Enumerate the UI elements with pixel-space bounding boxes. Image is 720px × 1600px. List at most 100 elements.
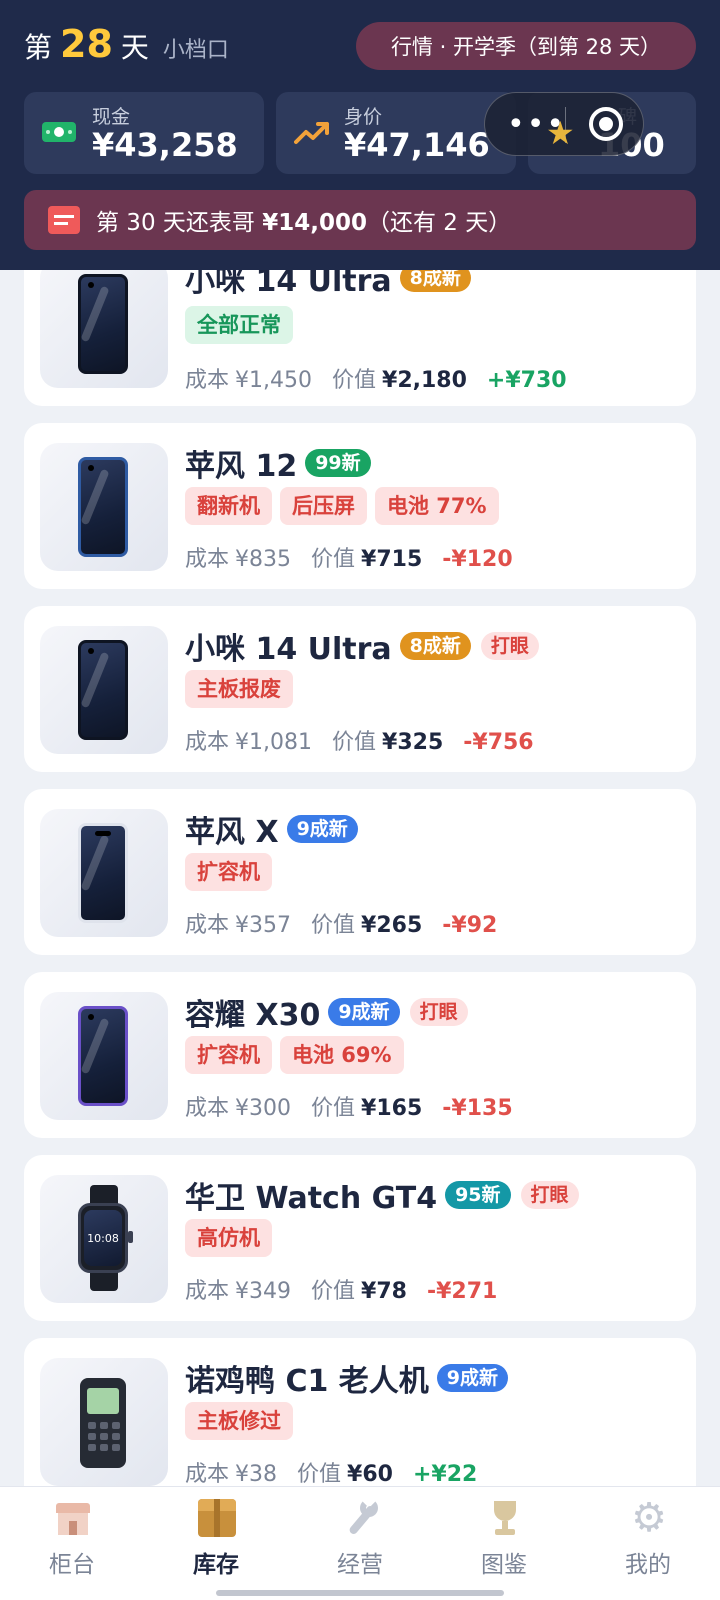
debt-suffix: （还有 2 天） bbox=[366, 210, 512, 236]
item-tags: 主板修过 bbox=[185, 1402, 301, 1440]
item-title-row: 苹风 12 99新 bbox=[185, 441, 371, 485]
item-value: ¥265 bbox=[361, 913, 423, 938]
item-tags: 主板报废 bbox=[185, 670, 301, 708]
eye-catching-badge: 打眼 bbox=[480, 632, 539, 660]
item-value: ¥2,180 bbox=[382, 368, 467, 393]
item-tag: 扩容机 bbox=[185, 853, 272, 891]
inventory-card[interactable]: 10:08 华卫 Watch GT4 95新 打眼 高仿机 成本 ¥349 价值 ¥… bbox=[24, 1155, 696, 1321]
item-tag: 主板修过 bbox=[185, 1402, 293, 1440]
inventory-card[interactable]: 小咪 14 Ultra 8成新 全部正常 成本 ¥1,450 价值 ¥2,180 +… bbox=[24, 270, 696, 406]
item-price-row: 成本 ¥1,081 价值 ¥325 -¥756 bbox=[185, 724, 534, 756]
eye-catching-badge: 打眼 bbox=[409, 998, 468, 1026]
bill-icon bbox=[48, 206, 80, 234]
item-tag: 后压屏 bbox=[280, 487, 367, 525]
smartphone-icon bbox=[78, 457, 128, 557]
item-thumbnail: 10:08 bbox=[40, 1175, 168, 1303]
item-cost: ¥349 bbox=[235, 1279, 292, 1304]
debt-text: 第 30 天还表哥 ¥14,000（还有 2 天） bbox=[96, 203, 511, 237]
tab-collection[interactable]: 图鉴 bbox=[432, 1487, 576, 1587]
item-name: 容耀 X30 bbox=[185, 998, 321, 1033]
tab-profile[interactable]: ⚙ 我的 bbox=[576, 1487, 720, 1587]
inventory-card[interactable]: 诺鸡鸭 C1 老人机 9成新 主板修过 成本 ¥38 价值 ¥60 +¥22 bbox=[24, 1338, 696, 1486]
inventory-card[interactable]: 苹风 12 99新 翻新机 后压屏 电池 77% 成本 ¥835 价值 ¥715 -… bbox=[24, 423, 696, 589]
tab-counter[interactable]: 柜台 bbox=[0, 1487, 144, 1587]
tab-inventory[interactable]: 库存 bbox=[144, 1487, 288, 1587]
gear-icon: ⚙ bbox=[631, 1495, 667, 1541]
item-title-row: 小咪 14 Ultra 8成新 打眼 bbox=[185, 624, 539, 668]
value-label: 价值 bbox=[332, 730, 377, 755]
cost-label: 成本 bbox=[185, 1462, 230, 1486]
smartphone-icon bbox=[78, 274, 128, 374]
day-prefix: 第 bbox=[24, 31, 53, 64]
item-cost: ¥1,081 bbox=[235, 730, 312, 755]
tab-label: 库存 bbox=[193, 1552, 239, 1578]
item-value: ¥78 bbox=[361, 1279, 407, 1304]
value-label: 价值 bbox=[311, 547, 356, 572]
condition-badge: 8成新 bbox=[399, 270, 471, 292]
star-icon: ★ bbox=[546, 114, 575, 152]
item-title-row: 华卫 Watch GT4 95新 打眼 bbox=[185, 1173, 579, 1217]
cash-icon bbox=[42, 122, 76, 142]
item-title-row: 小咪 14 Ultra 8成新 bbox=[185, 270, 471, 300]
inventory-card[interactable]: 容耀 X30 9成新 打眼 扩容机 电池 69% 成本 ¥300 价值 ¥165 -… bbox=[24, 972, 696, 1138]
home-indicator[interactable] bbox=[216, 1590, 504, 1596]
item-title-row: 容耀 X30 9成新 打眼 bbox=[185, 990, 468, 1034]
cost-label: 成本 bbox=[185, 547, 230, 572]
item-loss: -¥92 bbox=[442, 913, 498, 938]
item-tags: 扩容机 bbox=[185, 853, 280, 891]
day-number: 28 bbox=[60, 22, 113, 66]
item-tags: 全部正常 bbox=[185, 306, 301, 344]
eye-catching-badge: 打眼 bbox=[520, 1181, 579, 1209]
item-price-row: 成本 ¥1,450 价值 ¥2,180 +¥730 bbox=[185, 362, 567, 394]
trend-up-icon bbox=[294, 122, 329, 144]
item-thumbnail bbox=[40, 809, 168, 937]
close-target-icon[interactable] bbox=[589, 107, 623, 141]
condition-badge: 8成新 bbox=[399, 632, 471, 660]
item-value: ¥715 bbox=[361, 547, 423, 572]
item-value: ¥165 bbox=[361, 1096, 423, 1121]
inventory-card[interactable]: 小咪 14 Ultra 8成新 打眼 主板报废 成本 ¥1,081 价值 ¥325 … bbox=[24, 606, 696, 772]
watch-time: 10:08 bbox=[84, 1210, 122, 1266]
item-loss: -¥271 bbox=[426, 1279, 498, 1304]
item-name: 苹风 12 bbox=[185, 449, 298, 484]
bottom-tab-bar: 柜台 库存 经营 图鉴 ⚙ 我的 bbox=[0, 1486, 720, 1600]
item-tag: 翻新机 bbox=[185, 487, 272, 525]
item-tags: 高仿机 bbox=[185, 1219, 280, 1257]
inventory-list[interactable]: 小咪 14 Ultra 8成新 全部正常 成本 ¥1,450 价值 ¥2,180 +… bbox=[24, 270, 696, 1486]
day-indicator: 第 28 天 小档口 bbox=[24, 22, 229, 66]
tab-label: 我的 bbox=[625, 1552, 671, 1578]
item-cost: ¥357 bbox=[235, 913, 292, 938]
item-profit: +¥730 bbox=[486, 368, 567, 393]
feature-phone-icon bbox=[80, 1378, 126, 1468]
trophy-icon bbox=[486, 1499, 524, 1537]
tab-operations[interactable]: 经营 bbox=[288, 1487, 432, 1587]
item-tags: 扩容机 电池 69% bbox=[185, 1036, 412, 1074]
item-price-row: 成本 ¥835 价值 ¥715 -¥120 bbox=[185, 541, 513, 573]
cost-label: 成本 bbox=[185, 730, 230, 755]
item-title-row: 诺鸡鸭 C1 老人机 9成新 bbox=[185, 1356, 509, 1400]
item-thumbnail bbox=[40, 443, 168, 571]
market-event-badge[interactable]: 行情 · 开学季（到第 28 天） bbox=[356, 22, 696, 70]
wrench-icon bbox=[342, 1499, 380, 1537]
box-icon bbox=[198, 1499, 236, 1537]
tab-label: 图鉴 bbox=[481, 1552, 527, 1578]
item-name: 小咪 14 Ultra bbox=[185, 270, 392, 299]
item-value: ¥60 bbox=[347, 1462, 393, 1486]
shop-name: 小档口 bbox=[162, 38, 229, 63]
condition-badge: 9成新 bbox=[436, 1364, 509, 1392]
cost-label: 成本 bbox=[185, 368, 230, 393]
net-worth-label: 身价 bbox=[344, 106, 383, 128]
debt-amount: ¥14,000 bbox=[262, 210, 367, 236]
item-price-row: 成本 ¥357 价值 ¥265 -¥92 bbox=[185, 907, 497, 939]
cost-label: 成本 bbox=[185, 913, 230, 938]
debt-reminder-banner[interactable]: 第 30 天还表哥 ¥14,000（还有 2 天） bbox=[24, 190, 696, 250]
item-name: 苹风 X bbox=[185, 815, 279, 850]
inventory-card[interactable]: 苹风 X 9成新 扩容机 成本 ¥357 价值 ¥265 -¥92 bbox=[24, 789, 696, 955]
item-cost: ¥300 bbox=[235, 1096, 292, 1121]
item-price-row: 成本 ¥38 价值 ¥60 +¥22 bbox=[185, 1456, 477, 1486]
value-label: 价值 bbox=[311, 913, 356, 938]
item-tag: 电池 77% bbox=[375, 487, 499, 525]
item-price-row: 成本 ¥300 价值 ¥165 -¥135 bbox=[185, 1090, 513, 1122]
day-suffix: 天 bbox=[120, 31, 149, 64]
item-tag: 扩容机 bbox=[185, 1036, 272, 1074]
